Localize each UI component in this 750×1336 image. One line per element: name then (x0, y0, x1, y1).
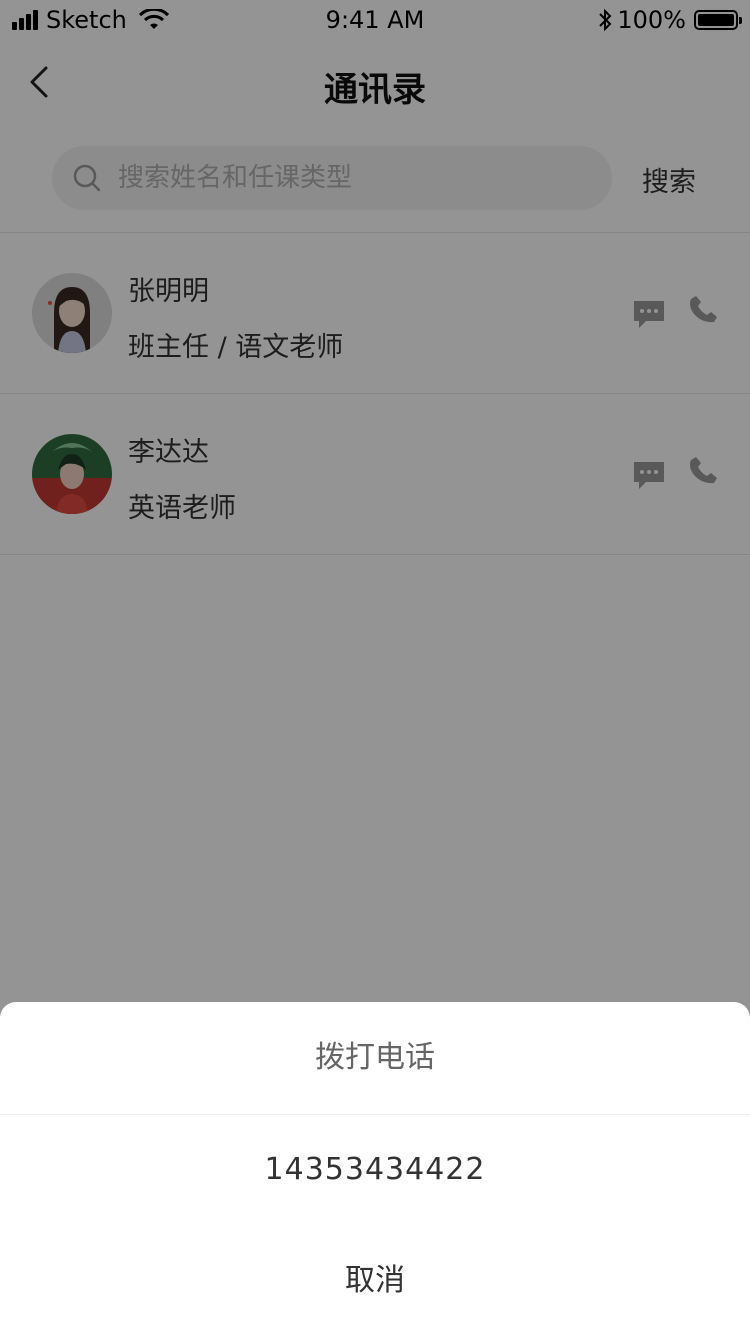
sheet-title: 拨打电话 (0, 1002, 750, 1115)
phone-number-option[interactable]: 14353434422 (0, 1114, 750, 1226)
dial-action-sheet: 拨打电话 14353434422 取消 (0, 1002, 750, 1334)
cancel-button[interactable]: 取消 (0, 1226, 750, 1336)
